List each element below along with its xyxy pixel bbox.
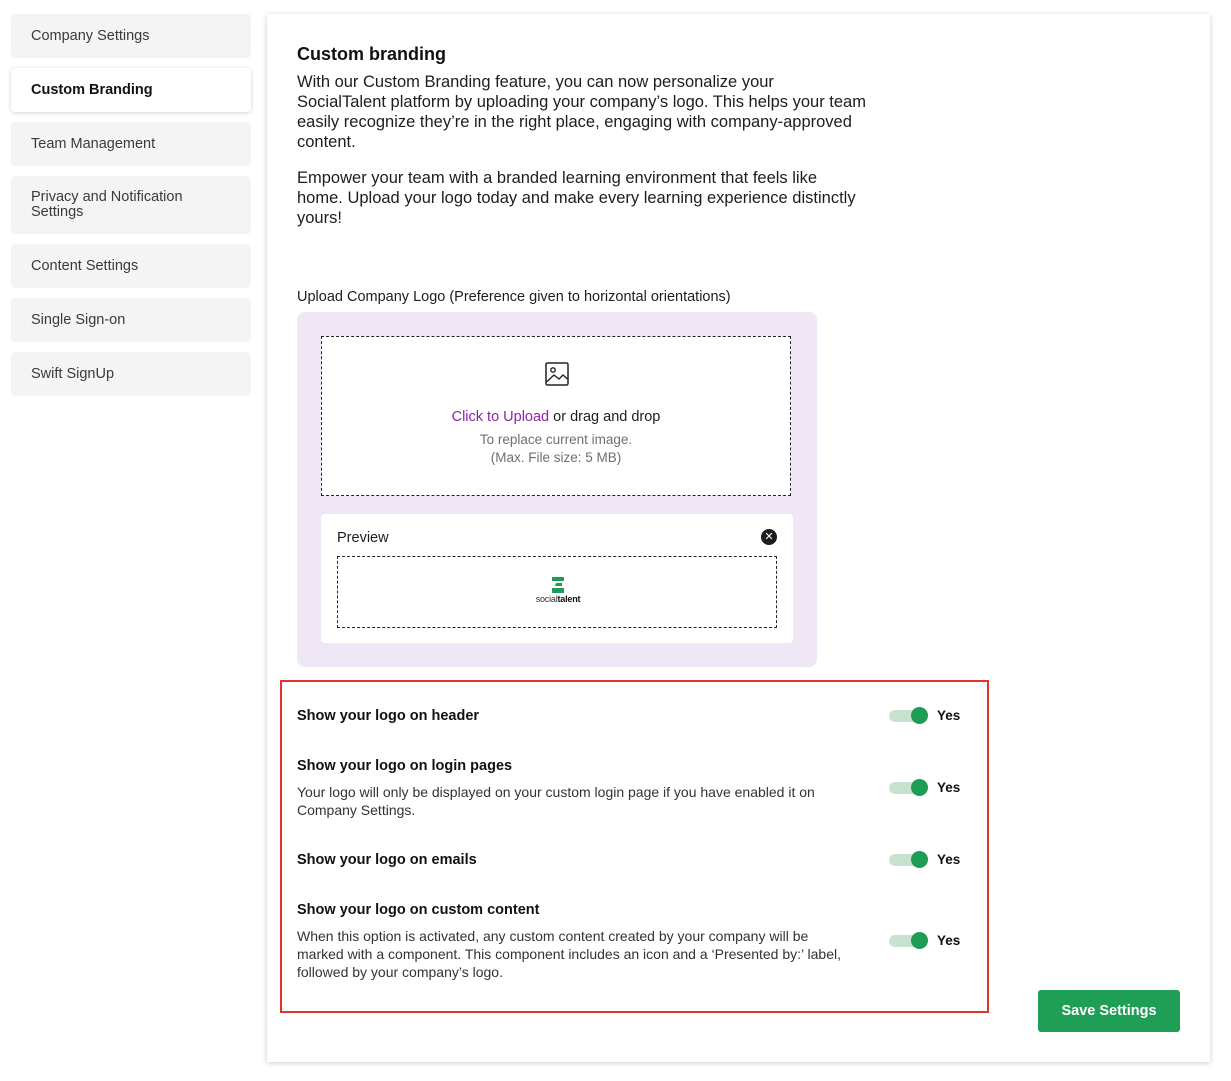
sidebar-item-single-sign-on[interactable]: Single Sign-on	[11, 298, 251, 342]
file-size-hint: (Max. File size: 5 MB)	[490, 450, 622, 465]
preview-label: Preview	[337, 530, 389, 546]
sidebar-item-label: Team Management	[31, 135, 156, 152]
upload-label: Upload Company Logo (Preference given to…	[297, 289, 731, 305]
upload-hints: To replace current image. (Max. File siz…	[322, 431, 790, 467]
toggle-label: Yes	[937, 780, 961, 795]
setting-title: Show your logo on custom content	[297, 902, 540, 918]
toggle-knob	[911, 850, 928, 868]
toggle-logo-login[interactable]: Yes	[889, 778, 961, 796]
page-title: Custom branding	[297, 44, 446, 64]
sidebar-item-content-settings[interactable]: Content Settings	[11, 244, 251, 288]
toggle-label: Yes	[937, 852, 961, 867]
sidebar-item-team-management[interactable]: Team Management	[11, 122, 251, 166]
toggle-logo-header[interactable]: Yes	[889, 706, 961, 724]
logo-preview-card: Preview ✕ socialtalent	[321, 514, 793, 643]
sidebar-item-company-settings[interactable]: Company Settings	[11, 14, 251, 58]
remove-logo-close-icon[interactable]: ✕	[761, 529, 777, 545]
sidebar-item-swift-signup[interactable]: Swift SignUp	[11, 352, 251, 396]
toggle-track	[889, 706, 928, 724]
logo-dropzone[interactable]: Click to Upload or drag and drop To repl…	[321, 336, 791, 496]
sidebar-item-label: Custom Branding	[31, 81, 153, 98]
upload-container: Click to Upload or drag and drop To repl…	[297, 312, 817, 667]
intro-paragraph: With our Custom Branding feature, you ca…	[297, 73, 866, 151]
click-to-upload-link[interactable]: Click to Upload	[452, 409, 550, 425]
setting-title: Show your logo on login pages	[297, 758, 513, 774]
setting-title: Show your logo on emails	[297, 852, 477, 868]
toggle-knob	[911, 931, 928, 949]
setting-logo-emails: Show your logo on emails	[297, 852, 857, 868]
preview-frame: socialtalent	[337, 556, 777, 628]
setting-description: Your logo will only be displayed on your…	[297, 784, 815, 818]
preview-logo: socialtalent	[532, 577, 584, 604]
toggle-logo-custom-content[interactable]: Yes	[889, 931, 961, 949]
toggle-label: Yes	[937, 708, 961, 723]
save-settings-button[interactable]: Save Settings	[1038, 990, 1180, 1032]
setting-logo-header: Show your logo on header	[297, 708, 857, 724]
setting-title: Show your logo on header	[297, 708, 480, 724]
socialtalent-logo-mark-icon	[552, 577, 564, 593]
toggle-knob	[911, 706, 928, 724]
sidebar-item-custom-branding[interactable]: Custom Branding	[11, 68, 251, 112]
toggle-logo-emails[interactable]: Yes	[889, 850, 961, 868]
setting-description: When this option is activated, any custo…	[297, 928, 841, 980]
sidebar-item-label: Company Settings	[31, 27, 150, 44]
setting-logo-custom-content: Show your logo on custom content When th…	[297, 902, 857, 981]
sidebar-item-label: Privacy and Notification Settings	[31, 189, 183, 220]
secondary-paragraph: Empower your team with a branded learnin…	[297, 169, 856, 227]
toggle-knob	[911, 778, 928, 796]
preview-logo-text: socialtalent	[535, 594, 581, 604]
drag-drop-text: or drag and drop	[553, 409, 661, 425]
sidebar-item-label: Content Settings	[31, 257, 139, 274]
sidebar-item-label: Single Sign-on	[31, 311, 126, 328]
toggle-label: Yes	[937, 933, 961, 948]
toggle-track	[889, 931, 928, 949]
image-icon	[545, 362, 569, 386]
replace-hint: To replace current image.	[479, 432, 633, 447]
setting-logo-login: Show your logo on login pages Your logo …	[297, 758, 857, 819]
drop-instructions: Click to Upload or drag and drop	[322, 409, 790, 425]
settings-sidebar: Company Settings Custom Branding Team Ma…	[11, 14, 251, 406]
toggle-track	[889, 778, 928, 796]
toggle-track	[889, 850, 928, 868]
sidebar-item-label: Swift SignUp	[31, 365, 115, 382]
sidebar-item-privacy-notification[interactable]: Privacy and Notification Settings	[11, 176, 251, 234]
